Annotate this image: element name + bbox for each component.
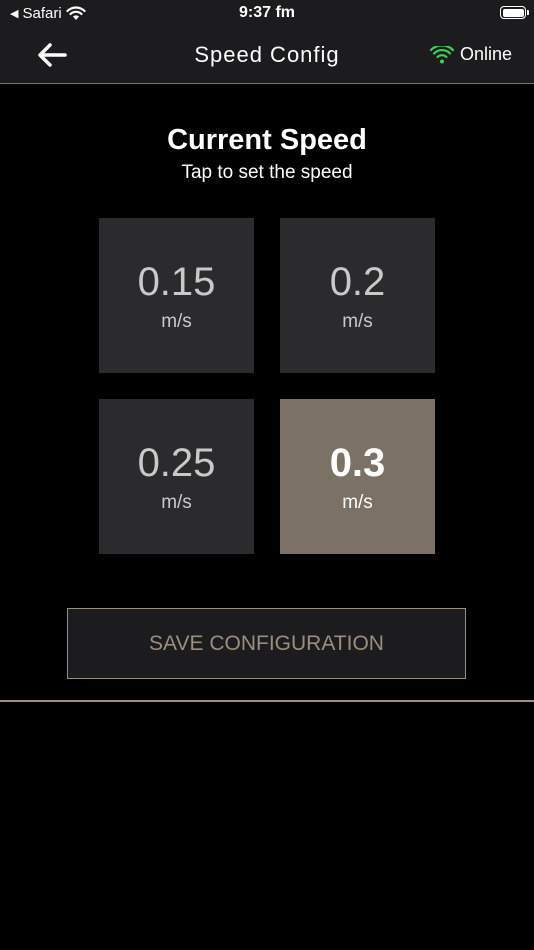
current-speed-heading: Current Speed <box>167 124 367 156</box>
speed-unit: m/s <box>342 311 373 332</box>
speed-unit: m/s <box>342 492 373 513</box>
status-bar: ◀ Safari 9:37 fm <box>0 0 534 28</box>
speed-option-0-25[interactable]: 0.25 m/s <box>99 399 254 554</box>
speed-value: 0.25 <box>137 441 216 485</box>
current-speed-subheading: Tap to set the speed <box>181 162 353 183</box>
speed-value: 0.15 <box>137 260 216 304</box>
speed-option-0-15[interactable]: 0.15 m/s <box>99 218 254 373</box>
status-time: 9:37 fm <box>238 4 296 21</box>
connection-status-label: Online <box>459 44 512 64</box>
speed-option-0-3[interactable]: 0.3 m/s <box>280 399 435 554</box>
connection-status: Online <box>429 44 512 65</box>
speed-option-0-2[interactable]: 0.2 m/s <box>280 218 435 373</box>
speed-value: 0.2 <box>329 260 386 304</box>
battery-icon <box>500 6 529 19</box>
speed-value: 0.3 <box>329 441 386 485</box>
save-configuration-button[interactable]: SAVE CONFIGURATION <box>67 608 466 679</box>
divider <box>0 700 534 702</box>
speed-unit: m/s <box>161 311 192 332</box>
wifi-online-icon <box>429 45 454 63</box>
nav-bar: Speed Config Online <box>0 28 534 84</box>
speed-unit: m/s <box>161 492 192 513</box>
